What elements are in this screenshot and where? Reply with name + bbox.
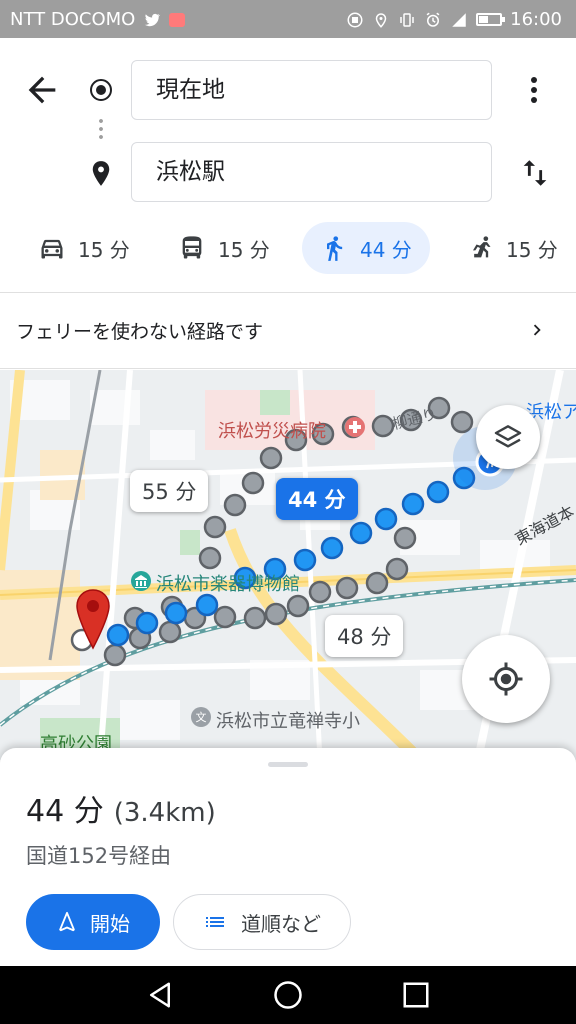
mode-ride[interactable]: 15 分 (466, 222, 558, 274)
back-triangle-icon[interactable] (145, 980, 175, 1010)
hospital-poi-icon (345, 417, 365, 437)
mode-car-label: 15 分 (78, 237, 130, 262)
route-bubble-55[interactable]: 55 分 (130, 470, 209, 512)
crosshair-icon (489, 662, 523, 696)
destination-input[interactable]: 浜松駅 (131, 142, 492, 202)
route-notice[interactable]: フェリーを使わない経路です (0, 295, 576, 367)
walk-icon (327, 236, 343, 261)
battery-icon (476, 13, 506, 26)
divider (0, 368, 576, 369)
twitter-icon (145, 13, 161, 26)
mode-car[interactable]: 15 分 (38, 222, 130, 274)
mode-transit[interactable]: 15 分 (178, 222, 270, 274)
sheet-drag-handle[interactable] (268, 762, 308, 767)
clock: 16:00 (510, 9, 562, 30)
mode-transit-label: 15 分 (218, 237, 270, 262)
route-bubble-44[interactable]: 44 分 (276, 478, 358, 520)
nfc-icon (347, 12, 363, 27)
carrier-label: NTT DOCOMO (10, 9, 136, 30)
vibrate-icon (400, 12, 414, 27)
start-button-label: 開始 (90, 911, 130, 936)
museum-poi-icon (131, 571, 151, 591)
school-poi-icon: 文 (191, 707, 211, 727)
route-duration: 44 分 (3.4km) (26, 786, 216, 830)
origin-marker-icon (90, 79, 112, 101)
route-distance: (3.4km) (113, 798, 216, 828)
location-icon (375, 12, 387, 28)
recents-square-icon[interactable] (401, 980, 431, 1010)
map-label-hospital: 浜松労災病院 (218, 421, 326, 442)
car-icon (41, 239, 63, 259)
steps-button-label: 道順など (241, 911, 321, 936)
mail-icon (169, 12, 186, 27)
bus-icon (182, 236, 202, 259)
more-options-icon[interactable] (520, 72, 548, 108)
map-label-museum: 浜松市楽器博物館 (156, 574, 300, 595)
svg-text:文: 文 (196, 710, 207, 724)
map-label-school: 浜松市立竜禅寺小 (216, 711, 360, 732)
mode-walk[interactable]: 44 分 (302, 222, 430, 274)
divider (0, 292, 576, 293)
alarm-icon (426, 12, 440, 27)
home-circle-icon[interactable] (273, 980, 303, 1010)
origin-input[interactable]: 現在地 (131, 60, 492, 120)
route-connector-dots (99, 117, 103, 141)
route-notice-text: フェリーを使わない経路です (16, 321, 264, 343)
list-icon (206, 917, 224, 927)
system-nav-bar (0, 966, 576, 1024)
route-bubble-48[interactable]: 48 分 (325, 615, 404, 657)
chevron-right-icon[interactable] (526, 318, 548, 342)
route-summary-sheet[interactable]: 44 分 (3.4km) 国道152号経由 開始 道順など (0, 748, 576, 966)
my-location-button[interactable] (462, 635, 550, 723)
destination-map-pin-icon[interactable] (74, 588, 112, 650)
status-bar: NTT DOCOMO 16:00 (0, 0, 576, 38)
mode-ride-label: 15 分 (506, 237, 558, 262)
ride-hailing-icon (473, 236, 491, 258)
start-navigation-button[interactable]: 開始 (26, 894, 160, 950)
mode-walk-label: 44 分 (360, 237, 412, 262)
route-duration-value: 44 分 (26, 794, 104, 829)
layers-icon (494, 425, 522, 448)
signal-icon (452, 12, 466, 27)
back-arrow-icon[interactable] (22, 70, 62, 110)
navigation-arrow-icon (59, 911, 75, 932)
layers-button[interactable] (476, 405, 540, 469)
route-via: 国道152号経由 (26, 844, 172, 868)
swap-directions-icon[interactable] (518, 155, 552, 191)
destination-pin-icon (92, 161, 110, 186)
steps-button[interactable]: 道順など (173, 894, 351, 950)
